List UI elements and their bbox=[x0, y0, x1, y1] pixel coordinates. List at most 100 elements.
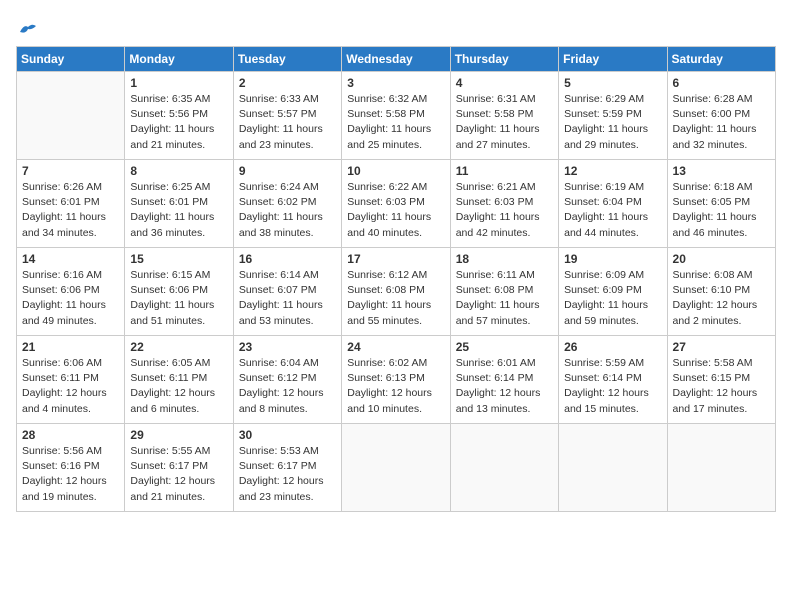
day-info: Sunrise: 6:18 AMSunset: 6:05 PMDaylight:… bbox=[673, 180, 770, 241]
day-info: Sunrise: 6:16 AMSunset: 6:06 PMDaylight:… bbox=[22, 268, 119, 329]
day-number: 28 bbox=[22, 428, 119, 442]
day-number: 1 bbox=[130, 76, 227, 90]
day-info: Sunrise: 6:12 AMSunset: 6:08 PMDaylight:… bbox=[347, 268, 444, 329]
calendar-cell: 15 Sunrise: 6:15 AMSunset: 6:06 PMDayligh… bbox=[125, 248, 233, 336]
day-info: Sunrise: 6:24 AMSunset: 6:02 PMDaylight:… bbox=[239, 180, 336, 241]
calendar-cell: 22 Sunrise: 6:05 AMSunset: 6:11 PMDayligh… bbox=[125, 336, 233, 424]
day-info: Sunrise: 6:33 AMSunset: 5:57 PMDaylight:… bbox=[239, 92, 336, 153]
day-number: 6 bbox=[673, 76, 770, 90]
day-info: Sunrise: 6:15 AMSunset: 6:06 PMDaylight:… bbox=[130, 268, 227, 329]
day-info: Sunrise: 6:11 AMSunset: 6:08 PMDaylight:… bbox=[456, 268, 553, 329]
calendar-cell: 1Sunrise: 6:35 AMSunset: 5:56 PMDaylight… bbox=[125, 72, 233, 160]
calendar-cell: 30Sunrise: 5:53 AMSunset: 6:17 PMDayligh… bbox=[233, 424, 341, 512]
calendar-week-row: 14 Sunrise: 6:16 AMSunset: 6:06 PMDayligh… bbox=[17, 248, 776, 336]
day-info: Sunrise: 6:09 AMSunset: 6:09 PMDaylight:… bbox=[564, 268, 661, 329]
page-header bbox=[16, 16, 776, 36]
calendar-cell: 29 Sunrise: 5:55 AMSunset: 6:17 PMDayligh… bbox=[125, 424, 233, 512]
calendar-cell: 3 Sunrise: 6:32 AMSunset: 5:58 PMDaylight… bbox=[342, 72, 450, 160]
day-info: Sunrise: 6:01 AMSunset: 6:14 PMDaylight:… bbox=[456, 356, 553, 417]
day-of-week-header: Saturday bbox=[667, 47, 775, 72]
day-number: 13 bbox=[673, 164, 770, 178]
day-info: Sunrise: 6:29 AMSunset: 5:59 PMDaylight:… bbox=[564, 92, 661, 153]
day-number: 22 bbox=[130, 340, 227, 354]
day-info: Sunrise: 6:22 AMSunset: 6:03 PMDaylight:… bbox=[347, 180, 444, 241]
day-of-week-header: Friday bbox=[559, 47, 667, 72]
day-info: Sunrise: 6:08 AMSunset: 6:10 PMDaylight:… bbox=[673, 268, 770, 329]
day-number: 17 bbox=[347, 252, 444, 266]
calendar-cell bbox=[342, 424, 450, 512]
calendar-cell bbox=[667, 424, 775, 512]
day-info: Sunrise: 6:28 AMSunset: 6:00 PMDaylight:… bbox=[673, 92, 770, 153]
day-info: Sunrise: 6:25 AMSunset: 6:01 PMDaylight:… bbox=[130, 180, 227, 241]
day-info: Sunrise: 6:32 AMSunset: 5:58 PMDaylight:… bbox=[347, 92, 444, 153]
calendar-cell: 16 Sunrise: 6:14 AMSunset: 6:07 PMDayligh… bbox=[233, 248, 341, 336]
day-number: 2 bbox=[239, 76, 336, 90]
calendar-cell: 23Sunrise: 6:04 AMSunset: 6:12 PMDayligh… bbox=[233, 336, 341, 424]
day-info: Sunrise: 6:05 AMSunset: 6:11 PMDaylight:… bbox=[130, 356, 227, 417]
calendar-cell: 5 Sunrise: 6:29 AMSunset: 5:59 PMDaylight… bbox=[559, 72, 667, 160]
day-of-week-header: Sunday bbox=[17, 47, 125, 72]
calendar-cell: 27 Sunrise: 5:58 AMSunset: 6:15 PMDayligh… bbox=[667, 336, 775, 424]
day-number: 9 bbox=[239, 164, 336, 178]
calendar-week-row: 21 Sunrise: 6:06 AMSunset: 6:11 PMDayligh… bbox=[17, 336, 776, 424]
calendar-cell: 8Sunrise: 6:25 AMSunset: 6:01 PMDaylight… bbox=[125, 160, 233, 248]
day-info: Sunrise: 5:59 AMSunset: 6:14 PMDaylight:… bbox=[564, 356, 661, 417]
day-number: 7 bbox=[22, 164, 119, 178]
day-number: 10 bbox=[347, 164, 444, 178]
day-info: Sunrise: 6:26 AMSunset: 6:01 PMDaylight:… bbox=[22, 180, 119, 241]
day-info: Sunrise: 6:31 AMSunset: 5:58 PMDaylight:… bbox=[456, 92, 553, 153]
day-number: 3 bbox=[347, 76, 444, 90]
day-number: 21 bbox=[22, 340, 119, 354]
day-number: 18 bbox=[456, 252, 553, 266]
calendar-cell bbox=[17, 72, 125, 160]
day-number: 16 bbox=[239, 252, 336, 266]
calendar-cell: 25 Sunrise: 6:01 AMSunset: 6:14 PMDayligh… bbox=[450, 336, 558, 424]
calendar-cell: 7 Sunrise: 6:26 AMSunset: 6:01 PMDaylight… bbox=[17, 160, 125, 248]
calendar-cell: 20 Sunrise: 6:08 AMSunset: 6:10 PMDayligh… bbox=[667, 248, 775, 336]
day-number: 20 bbox=[673, 252, 770, 266]
calendar-header-row: SundayMondayTuesdayWednesdayThursdayFrid… bbox=[17, 47, 776, 72]
calendar-cell: 9 Sunrise: 6:24 AMSunset: 6:02 PMDaylight… bbox=[233, 160, 341, 248]
day-number: 12 bbox=[564, 164, 661, 178]
calendar-table: SundayMondayTuesdayWednesdayThursdayFrid… bbox=[16, 46, 776, 512]
calendar-cell: 18 Sunrise: 6:11 AMSunset: 6:08 PMDayligh… bbox=[450, 248, 558, 336]
calendar-cell: 4Sunrise: 6:31 AMSunset: 5:58 PMDaylight… bbox=[450, 72, 558, 160]
day-number: 19 bbox=[564, 252, 661, 266]
day-info: Sunrise: 6:14 AMSunset: 6:07 PMDaylight:… bbox=[239, 268, 336, 329]
day-info: Sunrise: 5:55 AMSunset: 6:17 PMDaylight:… bbox=[130, 444, 227, 505]
day-number: 14 bbox=[22, 252, 119, 266]
day-of-week-header: Thursday bbox=[450, 47, 558, 72]
logo bbox=[16, 16, 36, 36]
day-info: Sunrise: 6:04 AMSunset: 6:12 PMDaylight:… bbox=[239, 356, 336, 417]
day-number: 15 bbox=[130, 252, 227, 266]
calendar-cell: 19 Sunrise: 6:09 AMSunset: 6:09 PMDayligh… bbox=[559, 248, 667, 336]
calendar-cell: 26 Sunrise: 5:59 AMSunset: 6:14 PMDayligh… bbox=[559, 336, 667, 424]
day-info: Sunrise: 5:53 AMSunset: 6:17 PMDaylight:… bbox=[239, 444, 336, 505]
day-info: Sunrise: 6:02 AMSunset: 6:13 PMDaylight:… bbox=[347, 356, 444, 417]
day-info: Sunrise: 5:58 AMSunset: 6:15 PMDaylight:… bbox=[673, 356, 770, 417]
calendar-week-row: 1Sunrise: 6:35 AMSunset: 5:56 PMDaylight… bbox=[17, 72, 776, 160]
calendar-cell: 2 Sunrise: 6:33 AMSunset: 5:57 PMDaylight… bbox=[233, 72, 341, 160]
calendar-cell: 28 Sunrise: 5:56 AMSunset: 6:16 PMDayligh… bbox=[17, 424, 125, 512]
calendar-cell: 21 Sunrise: 6:06 AMSunset: 6:11 PMDayligh… bbox=[17, 336, 125, 424]
calendar-cell: 13 Sunrise: 6:18 AMSunset: 6:05 PMDayligh… bbox=[667, 160, 775, 248]
calendar-week-row: 7 Sunrise: 6:26 AMSunset: 6:01 PMDaylight… bbox=[17, 160, 776, 248]
day-number: 24 bbox=[347, 340, 444, 354]
calendar-cell: 24 Sunrise: 6:02 AMSunset: 6:13 PMDayligh… bbox=[342, 336, 450, 424]
day-info: Sunrise: 6:19 AMSunset: 6:04 PMDaylight:… bbox=[564, 180, 661, 241]
calendar-cell: 6 Sunrise: 6:28 AMSunset: 6:00 PMDaylight… bbox=[667, 72, 775, 160]
day-number: 26 bbox=[564, 340, 661, 354]
day-info: Sunrise: 5:56 AMSunset: 6:16 PMDaylight:… bbox=[22, 444, 119, 505]
calendar-cell: 17 Sunrise: 6:12 AMSunset: 6:08 PMDayligh… bbox=[342, 248, 450, 336]
calendar-cell bbox=[450, 424, 558, 512]
day-number: 29 bbox=[130, 428, 227, 442]
day-info: Sunrise: 6:21 AMSunset: 6:03 PMDaylight:… bbox=[456, 180, 553, 241]
day-number: 5 bbox=[564, 76, 661, 90]
day-number: 27 bbox=[673, 340, 770, 354]
day-info: Sunrise: 6:06 AMSunset: 6:11 PMDaylight:… bbox=[22, 356, 119, 417]
day-number: 25 bbox=[456, 340, 553, 354]
calendar-cell: 14 Sunrise: 6:16 AMSunset: 6:06 PMDayligh… bbox=[17, 248, 125, 336]
calendar-cell: 11Sunrise: 6:21 AMSunset: 6:03 PMDayligh… bbox=[450, 160, 558, 248]
day-of-week-header: Monday bbox=[125, 47, 233, 72]
logo-bird-icon bbox=[18, 22, 36, 36]
